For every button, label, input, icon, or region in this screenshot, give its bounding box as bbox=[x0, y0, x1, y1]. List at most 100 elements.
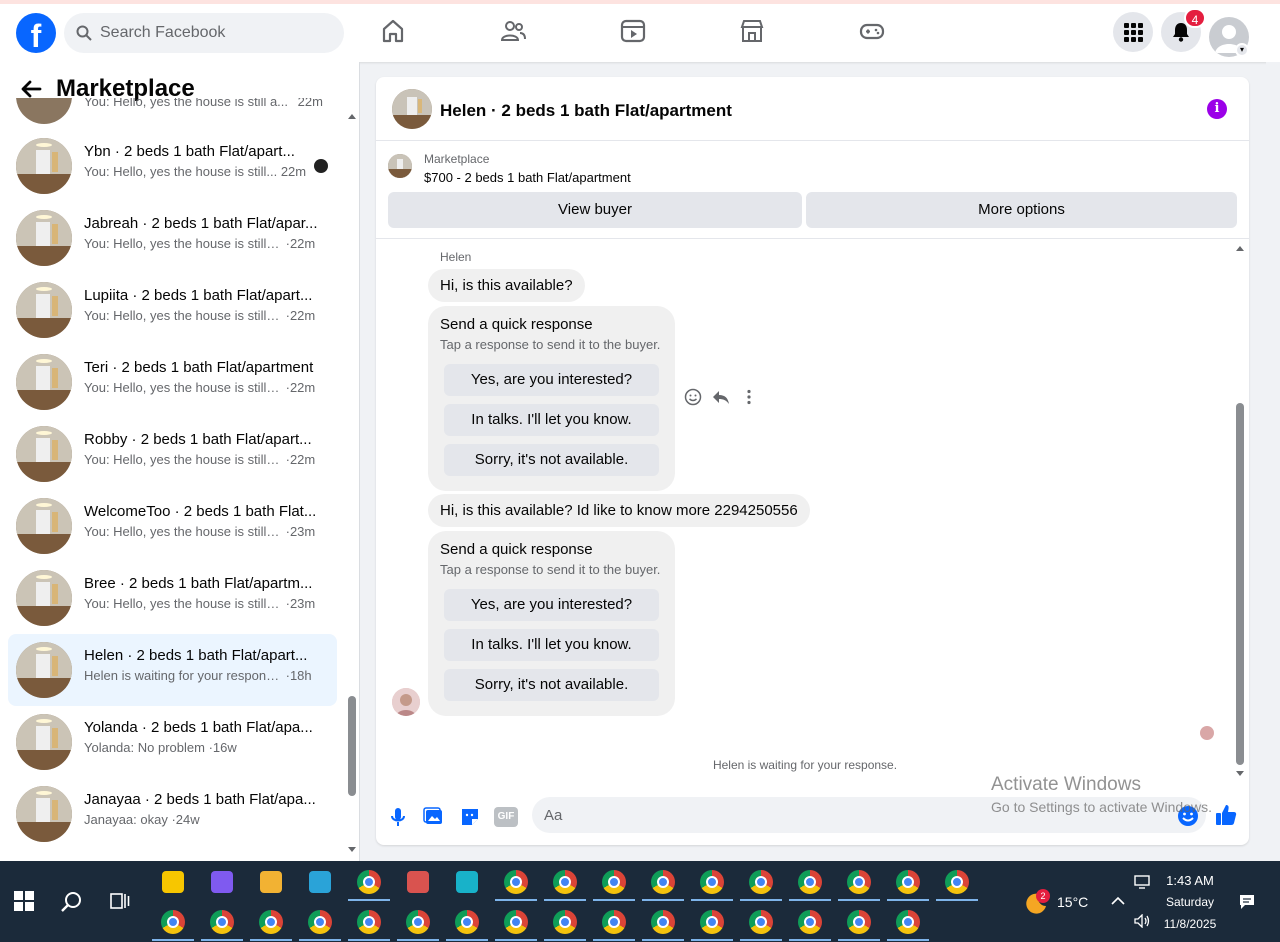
quick-response-in-talks[interactable]: In talks. I'll let you know. bbox=[444, 629, 659, 661]
taskbar-chrome-button[interactable] bbox=[297, 903, 343, 941]
taskbar-chrome-button[interactable] bbox=[885, 863, 931, 901]
clock-time[interactable]: 1:43 AM bbox=[1160, 873, 1220, 888]
taskbar-chrome-button[interactable] bbox=[395, 903, 441, 941]
taskbar-chrome-button[interactable] bbox=[836, 863, 882, 901]
quick-response-yes[interactable]: Yes, are you interested? bbox=[444, 589, 659, 621]
conversation-item[interactable]: Bree · 2 beds 1 bath Flat/apartm... You: … bbox=[8, 562, 337, 634]
clock-day[interactable]: Saturday bbox=[1160, 895, 1220, 909]
marketplace-icon[interactable] bbox=[738, 17, 766, 45]
taskbar-chrome-button[interactable] bbox=[689, 863, 735, 901]
taskbar-chrome-button[interactable] bbox=[591, 863, 637, 901]
weather-moon-icon[interactable]: 2 bbox=[1024, 889, 1050, 915]
quick-response-not-available[interactable]: Sorry, it's not available. bbox=[444, 669, 659, 701]
quick-response-in-talks[interactable]: In talks. I'll let you know. bbox=[444, 404, 659, 436]
network-icon[interactable] bbox=[1133, 874, 1151, 890]
taskbar-chrome-button[interactable] bbox=[738, 863, 784, 901]
taskbar-chrome-button[interactable] bbox=[542, 863, 588, 901]
taskbar-paint-button[interactable] bbox=[395, 863, 441, 901]
action-center-icon[interactable] bbox=[1238, 893, 1256, 911]
gaming-icon[interactable] bbox=[858, 17, 886, 45]
taskbar-app-button[interactable] bbox=[444, 863, 490, 901]
chat-title[interactable]: Helen · 2 beds 1 bath Flat/apartment bbox=[440, 101, 732, 121]
home-icon[interactable] bbox=[379, 17, 407, 45]
taskbar-chrome-button[interactable] bbox=[885, 903, 931, 941]
messages-scrollbar-thumb[interactable] bbox=[1236, 403, 1244, 765]
taskbar-chrome-button[interactable] bbox=[493, 863, 539, 901]
chevron-down-icon[interactable]: ▾ bbox=[1235, 43, 1249, 57]
conversation-snippet: You: Hello, yes the house is still a... bbox=[84, 452, 282, 467]
search-icon[interactable] bbox=[60, 890, 84, 914]
microphone-icon[interactable] bbox=[386, 805, 410, 829]
more-vertical-icon[interactable] bbox=[740, 388, 758, 406]
listing-small-thumbnail[interactable] bbox=[388, 154, 412, 178]
message-bubble[interactable]: Hi, is this available? Id like to know m… bbox=[428, 494, 810, 527]
conversation-item[interactable]: Helen · 2 beds 1 bath Flat/apart... Helen… bbox=[8, 634, 337, 706]
friends-icon[interactable] bbox=[499, 17, 527, 45]
conversation-item[interactable]: Teri · 2 beds 1 bath Flat/apartment You: … bbox=[8, 346, 337, 418]
taskbar-chrome-button[interactable] bbox=[542, 903, 588, 941]
taskbar-chrome-button[interactable] bbox=[738, 903, 784, 941]
taskbar-chrome-button[interactable] bbox=[787, 903, 833, 941]
notification-badge: 4 bbox=[1184, 8, 1206, 28]
taskbar-chrome-button[interactable] bbox=[836, 903, 882, 941]
taskbar-chrome-button[interactable] bbox=[248, 903, 294, 941]
video-icon[interactable] bbox=[619, 17, 647, 45]
photo-icon[interactable] bbox=[422, 805, 446, 829]
quick-response-yes[interactable]: Yes, are you interested? bbox=[444, 364, 659, 396]
taskbar-file-explorer-button[interactable] bbox=[248, 863, 294, 901]
taskbar-chrome-button[interactable] bbox=[150, 903, 196, 941]
chevron-up-icon[interactable] bbox=[1111, 896, 1125, 906]
taskbar-chrome-button[interactable] bbox=[346, 903, 392, 941]
taskbar-chrome-button[interactable] bbox=[934, 863, 980, 901]
chat-panel: Helen · 2 beds 1 bath Flat/apartment i M… bbox=[376, 77, 1249, 845]
view-buyer-button[interactable]: View buyer bbox=[388, 192, 802, 228]
sender-avatar[interactable] bbox=[392, 688, 420, 716]
menu-button[interactable] bbox=[1113, 12, 1153, 52]
conversation-item[interactable]: Robby · 2 beds 1 bath Flat/apart... You: … bbox=[8, 418, 337, 490]
windows-start-icon[interactable] bbox=[14, 891, 34, 911]
taskbar-sticky-notes-button[interactable] bbox=[150, 863, 196, 901]
conversation-item[interactable]: Lupiita · 2 beds 1 bath Flat/apart... You… bbox=[8, 274, 337, 346]
conversation-subtitle: You: Hello, yes the house is still... 22… bbox=[84, 164, 324, 179]
temperature[interactable]: 15°C bbox=[1057, 894, 1088, 910]
conversation-item[interactable]: Jabreah · 2 beds 1 bath Flat/apar... You:… bbox=[8, 202, 337, 274]
taskbar-chrome-button[interactable] bbox=[591, 903, 637, 941]
watermark-title: Activate Windows bbox=[991, 774, 1141, 795]
taskbar-chrome-button[interactable] bbox=[640, 863, 686, 901]
taskbar-chrome-button[interactable] bbox=[787, 863, 833, 901]
conversation-item[interactable]: WelcomeToo · 2 beds 1 bath Flat... You: H… bbox=[8, 490, 337, 562]
taskbar-copilot-button[interactable] bbox=[199, 863, 245, 901]
search-box[interactable] bbox=[64, 13, 344, 53]
reply-icon[interactable] bbox=[712, 388, 730, 406]
taskbar-chrome-button[interactable] bbox=[199, 903, 245, 941]
message-bubble[interactable]: Hi, is this available? bbox=[428, 269, 585, 302]
more-options-button[interactable]: More options bbox=[806, 192, 1237, 228]
facebook-logo[interactable]: f bbox=[16, 13, 56, 54]
taskbar-chrome-button[interactable] bbox=[346, 863, 392, 901]
quick-response-not-available[interactable]: Sorry, it's not available. bbox=[444, 444, 659, 476]
info-icon[interactable]: i bbox=[1207, 99, 1227, 119]
search-input[interactable] bbox=[100, 24, 320, 42]
taskbar-chrome-button[interactable] bbox=[444, 903, 490, 941]
sticker-icon[interactable] bbox=[458, 805, 482, 829]
conversation-item[interactable]: Janayaa · 2 beds 1 bath Flat/apa... Janay… bbox=[8, 778, 337, 850]
conversation-time: 22m bbox=[280, 164, 307, 179]
app-icon bbox=[456, 871, 478, 893]
taskbar-chrome-button[interactable] bbox=[493, 903, 539, 941]
page-scrollbar[interactable] bbox=[1266, 62, 1280, 861]
listing-thumbnail[interactable] bbox=[392, 89, 432, 129]
emoji-react-icon[interactable] bbox=[684, 388, 702, 406]
like-thumb-icon[interactable] bbox=[1214, 803, 1238, 827]
listing-price[interactable]: $700 - 2 beds 1 bath Flat/apartment bbox=[424, 170, 631, 185]
gif-icon[interactable]: GIF bbox=[494, 807, 518, 827]
taskbar-chrome-button[interactable] bbox=[689, 903, 735, 941]
list-item[interactable]: You: Hello, yes the house is still a... … bbox=[16, 98, 346, 124]
taskbar-edge-button[interactable] bbox=[297, 863, 343, 901]
conversation-item[interactable]: Yolanda · 2 beds 1 bath Flat/apa... Yolan… bbox=[8, 706, 337, 778]
task-view-icon[interactable] bbox=[110, 892, 130, 910]
volume-icon[interactable] bbox=[1133, 914, 1151, 928]
clock-date[interactable]: 11/8/2025 bbox=[1155, 917, 1225, 931]
sidebar-scrollbar-thumb[interactable] bbox=[348, 696, 356, 796]
taskbar-chrome-button[interactable] bbox=[640, 903, 686, 941]
conversation-item[interactable]: Ybn · 2 beds 1 bath Flat/apart... You: He… bbox=[8, 130, 337, 202]
